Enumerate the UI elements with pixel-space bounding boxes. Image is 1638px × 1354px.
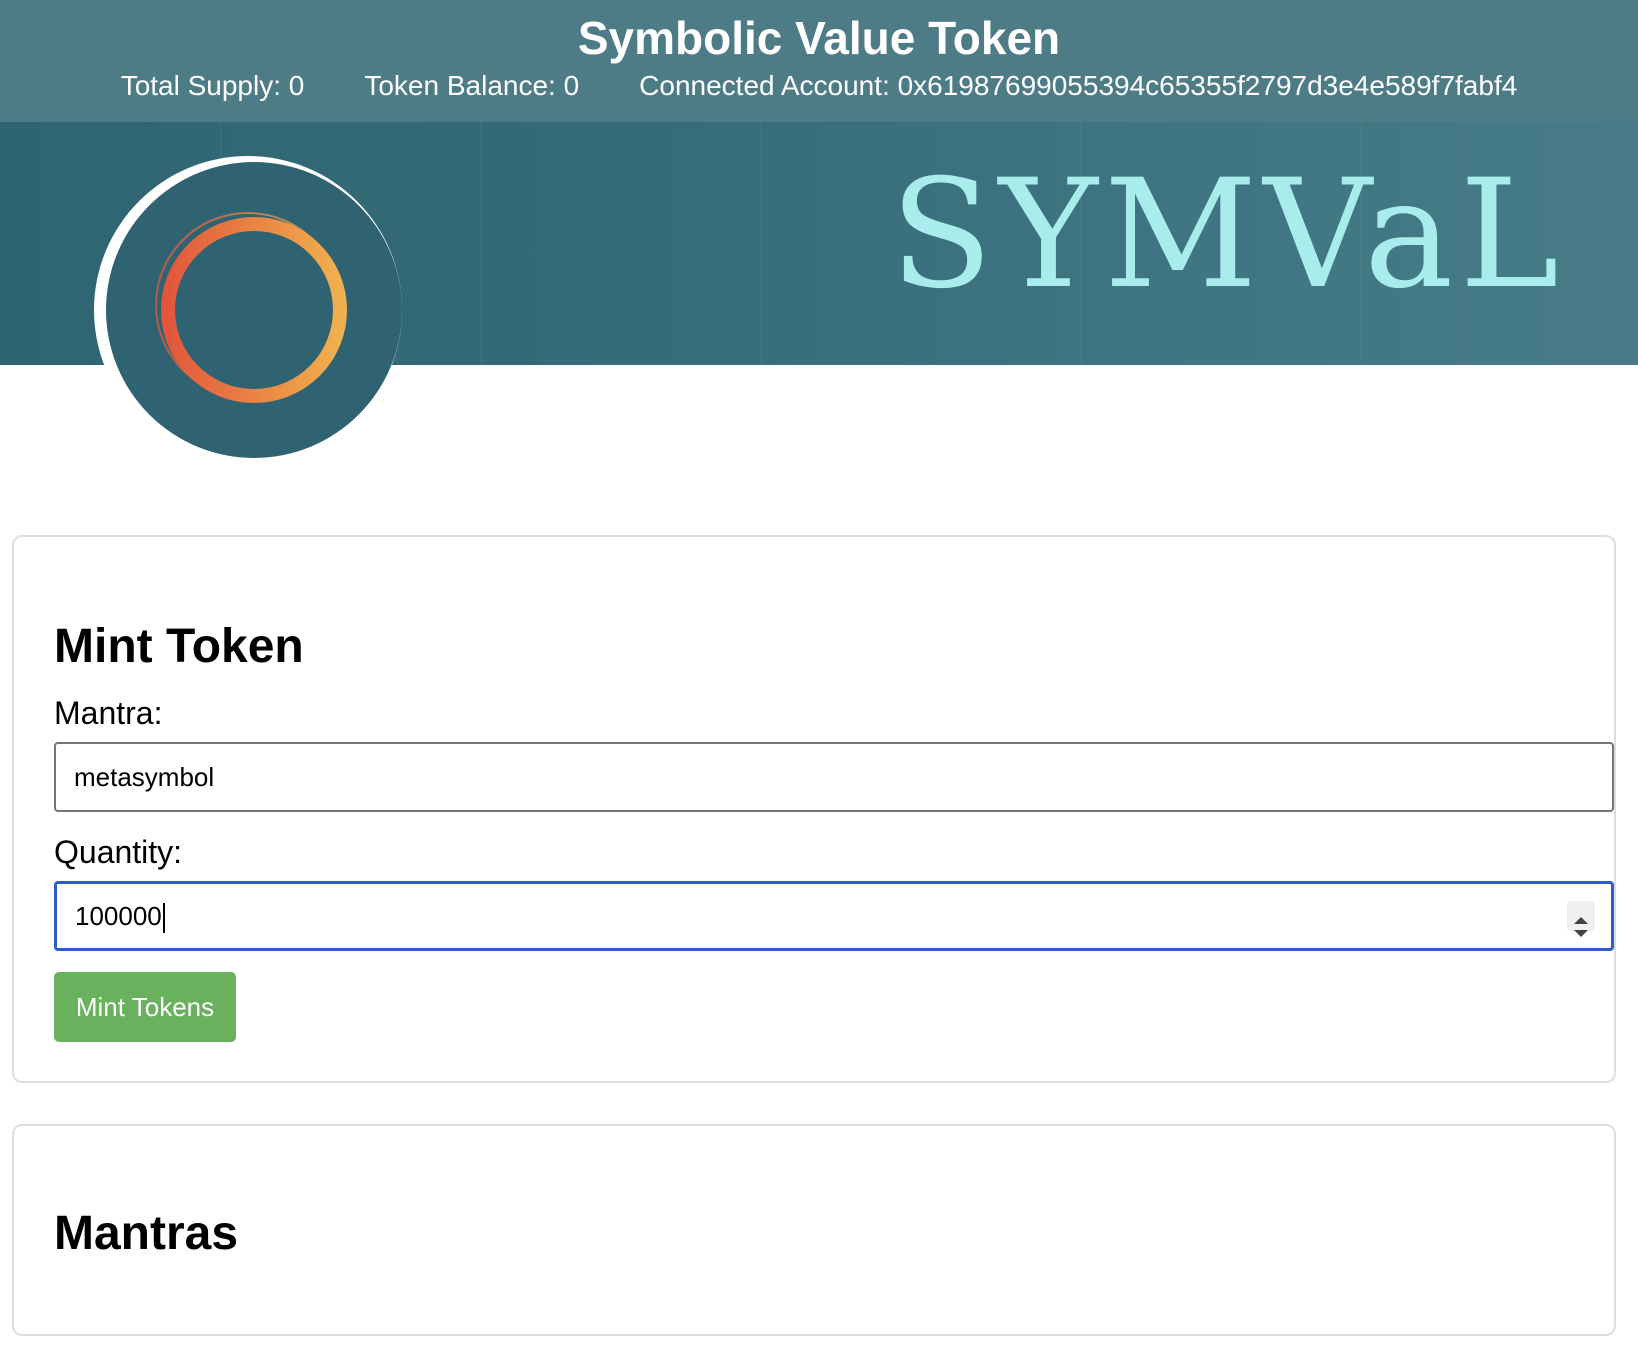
header-stats: Total Supply: 0 Token Balance: 0 Connect… (0, 66, 1638, 106)
text-caret (162, 903, 165, 934)
mantra-input-value: metasymbol (74, 762, 215, 792)
mantras-heading: Mantras (54, 1207, 239, 1260)
top-header: Symbolic Value Token Total Supply: 0 Tok… (0, 0, 1638, 122)
mantras-card: Mantras (12, 1124, 1616, 1336)
token-balance: Token Balance: 0 (364, 70, 580, 101)
page-title: Symbolic Value Token (577, 12, 1061, 64)
mantra-input[interactable]: metasymbol (54, 742, 1614, 812)
number-spinner-icon[interactable] (1567, 901, 1595, 937)
total-supply: Total Supply: 0 (120, 70, 305, 101)
quantity-label: Quantity: (54, 834, 183, 870)
mint-tokens-button[interactable]: Mint Tokens (54, 972, 236, 1042)
ring-logo-icon (106, 162, 402, 458)
quantity-input-value: 100000 (75, 901, 162, 931)
mint-card: Mint Token Mantra: metasymbol Quantity: … (12, 535, 1616, 1083)
mantra-label: Mantra: (54, 695, 163, 731)
symval-wordmark: SYMVaL (890, 148, 1565, 322)
quantity-input[interactable]: 100000 (54, 881, 1614, 951)
mint-heading: Mint Token (54, 620, 304, 673)
connected-account: Connected Account: 0x61987699055394c6535… (639, 70, 1518, 101)
